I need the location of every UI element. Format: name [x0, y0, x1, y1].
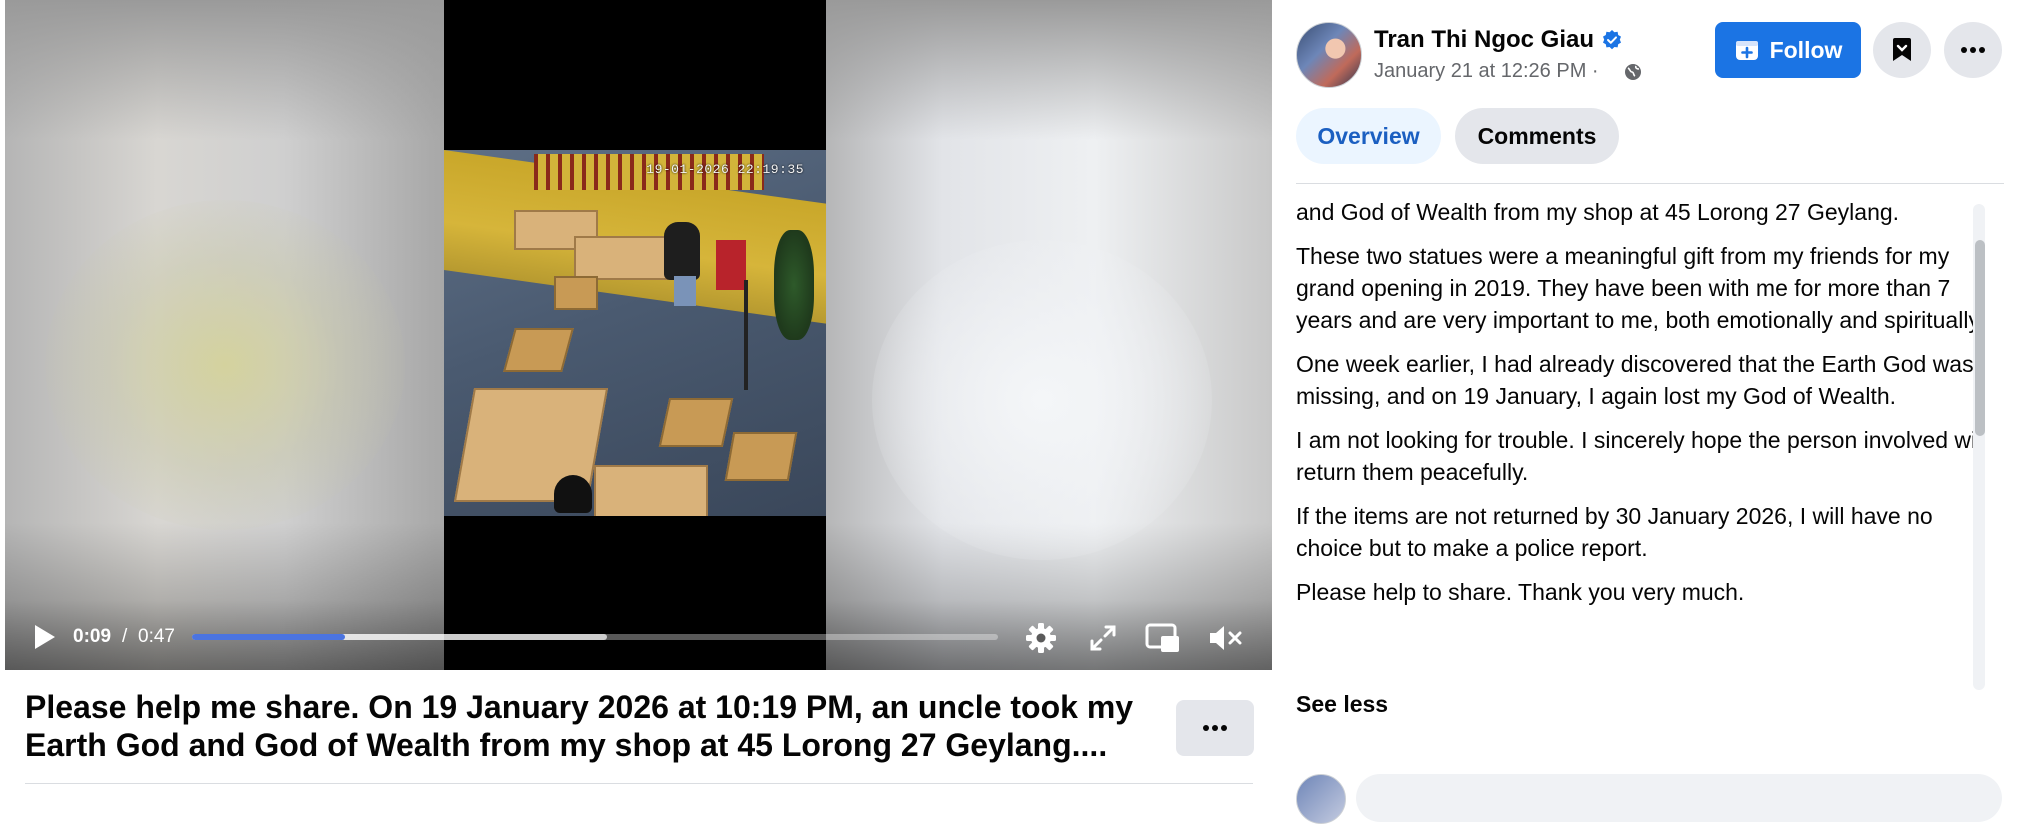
post-caption: Please help me share. On 19 January 2026… [25, 689, 1134, 763]
comment-input[interactable] [1356, 774, 2002, 822]
see-less-link[interactable]: See less [1296, 691, 1388, 718]
author-name[interactable]: Tran Thi Ngoc Giau [1374, 26, 1594, 54]
video-blur-background [45, 200, 405, 530]
play-icon[interactable] [27, 620, 61, 654]
frame-shelf [716, 240, 746, 290]
follow-label: Follow [1769, 36, 1843, 63]
video-blur-background [872, 240, 1212, 560]
gear-icon[interactable] [1023, 620, 1059, 656]
author-avatar[interactable] [1296, 22, 1362, 88]
picture-in-picture-icon[interactable] [1143, 620, 1183, 656]
frame-plant [774, 230, 814, 340]
current-user-avatar [1296, 774, 1346, 824]
divider [25, 783, 1253, 784]
post-body: and God of Wealth from my shop at 45 Lor… [1296, 196, 1992, 690]
globe-icon [1625, 64, 1641, 80]
post-paragraph: If the items are not returned by 30 Janu… [1296, 503, 1933, 561]
frame-person-legs [674, 276, 696, 306]
ellipsis-icon [1961, 47, 1985, 53]
fullscreen-icon[interactable] [1085, 620, 1121, 656]
time-separator: / [122, 626, 128, 647]
video-frame[interactable]: 19-01-2026 22:19:35 [444, 150, 826, 516]
scrollbar-thumb[interactable] [1975, 240, 1985, 436]
verified-badge-icon [1603, 30, 1621, 50]
bookmark-icon [1893, 38, 1911, 61]
post-side-panel: Tran Thi Ngoc Giau January 21 at 12:26 P… [1272, 0, 2018, 824]
post-paragraph: One week earlier, I had already discover… [1296, 351, 1974, 409]
progress-bar[interactable] [192, 634, 998, 640]
frame-chair [724, 432, 798, 481]
muted-speaker-icon[interactable] [1205, 620, 1245, 656]
post-paragraph: I am not looking for trouble. I sincerel… [1296, 427, 1987, 485]
frame-chair [658, 398, 734, 447]
time-current: 0:09 [73, 626, 112, 647]
frame-chair [503, 328, 574, 372]
more-options-button[interactable] [1944, 22, 2002, 78]
ellipsis-icon [1203, 725, 1227, 731]
caption-more-button[interactable] [1176, 700, 1254, 756]
tab-comments[interactable]: Comments [1455, 108, 1619, 164]
post-paragraph: Please help to share. Thank you very muc… [1296, 579, 1745, 605]
add-page-icon [1735, 41, 1758, 60]
frame-table [574, 236, 668, 280]
save-button[interactable] [1873, 22, 1931, 78]
frame-person [664, 222, 700, 280]
frame-table [594, 465, 708, 516]
frame-chair [554, 276, 598, 310]
frame-bin [554, 475, 592, 513]
post-paragraph: and God of Wealth from my shop at 45 Lor… [1296, 199, 1900, 225]
cctv-timestamp: 19-01-2026 22:19:35 [646, 162, 804, 177]
video-controls: 0:09 / 0:47 [5, 600, 1272, 670]
tab-overview[interactable]: Overview [1296, 108, 1441, 164]
post-date[interactable]: January 21 at 12:26 PM · [1374, 60, 1599, 83]
frame-stand [744, 280, 748, 390]
divider [1296, 183, 2004, 184]
progress-played [192, 634, 346, 640]
post-paragraph: These two statues were a meaningful gift… [1296, 243, 1985, 333]
follow-button[interactable]: Follow [1715, 22, 1861, 78]
time-total: 0:47 [138, 626, 175, 647]
